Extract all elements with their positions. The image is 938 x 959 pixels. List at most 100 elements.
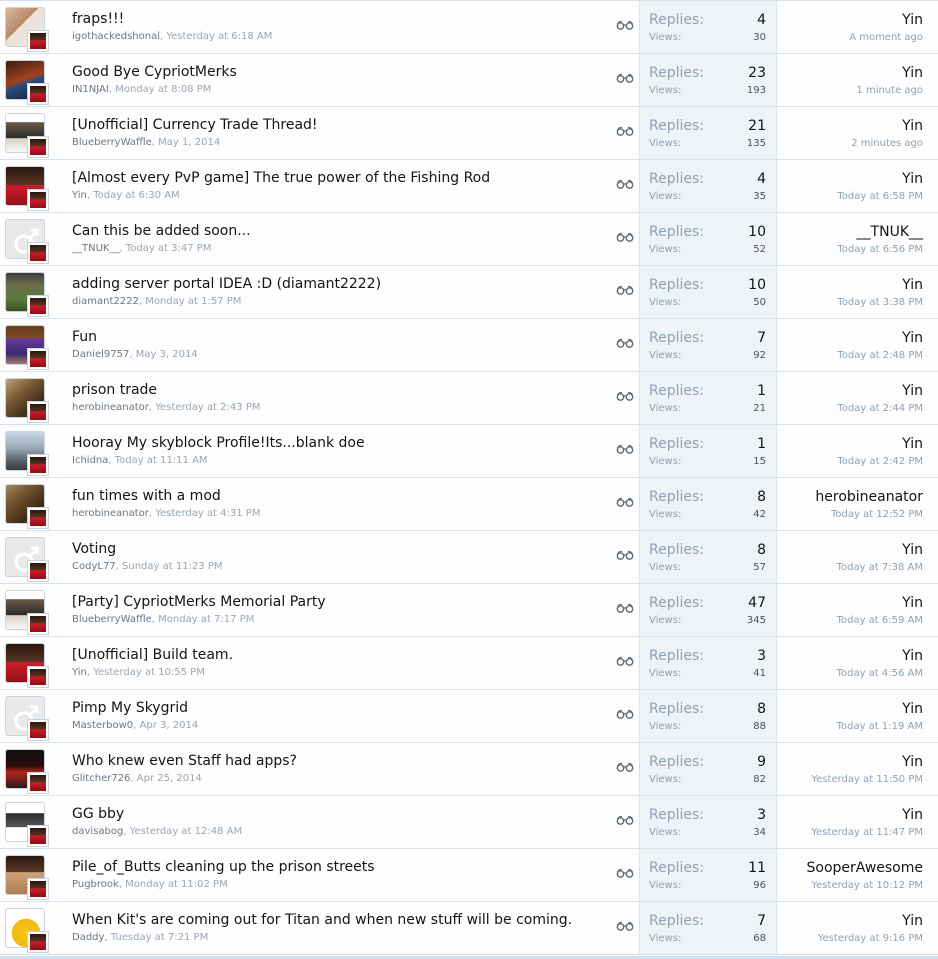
mini-avatar[interactable] xyxy=(27,613,49,635)
thread-author[interactable]: BlueberryWaffle xyxy=(72,137,152,148)
thread-author[interactable]: BlueberryWaffle xyxy=(72,614,152,625)
mini-avatar[interactable] xyxy=(27,719,49,741)
thread-author[interactable]: Pugbrook xyxy=(72,879,119,890)
thread-author[interactable]: Ichidna xyxy=(72,455,108,466)
last-post-user[interactable]: SooperAwesome xyxy=(807,860,923,876)
thread-title[interactable]: Voting xyxy=(72,541,116,557)
preview-icon[interactable] xyxy=(616,280,634,295)
thread-row[interactable]: adding server portal IDEA :D (diamant222… xyxy=(0,266,938,319)
thread-row[interactable]: GG bby davisabog, Yesterday at 12:48 AM Re… xyxy=(0,796,938,849)
thread-title[interactable]: [Party] CypriotMerks Memorial Party xyxy=(72,594,326,610)
last-post-time[interactable]: Today at 2:42 PM xyxy=(837,456,923,467)
last-post-user[interactable]: Yin xyxy=(902,648,923,664)
last-post-user[interactable]: Yin xyxy=(902,277,923,293)
preview-icon[interactable] xyxy=(616,386,634,401)
last-post-time[interactable]: Today at 1:19 AM xyxy=(837,721,923,732)
preview-icon[interactable] xyxy=(616,68,634,83)
mini-avatar[interactable] xyxy=(27,560,49,582)
thread-title[interactable]: Pimp My Skygrid xyxy=(72,700,188,716)
last-post-time[interactable]: 1 minute ago xyxy=(856,85,923,96)
preview-icon[interactable] xyxy=(616,121,634,136)
thread-row[interactable]: [Unofficial] Currency Trade Thread! Blueb… xyxy=(0,107,938,160)
thread-start-date[interactable]: , Monday at 1:57 PM xyxy=(139,296,242,307)
thread-start-date[interactable]: , Monday at 7:17 PM xyxy=(152,614,255,625)
thread-title[interactable]: Who knew even Staff had apps? xyxy=(72,753,297,769)
last-post-user[interactable]: Yin xyxy=(902,754,923,770)
last-post-user[interactable]: Yin xyxy=(902,436,923,452)
thread-author[interactable]: igothackedshonal xyxy=(72,31,160,42)
thread-title[interactable]: prison trade xyxy=(72,382,157,398)
last-post-time[interactable]: Today at 2:48 PM xyxy=(837,350,923,361)
thread-author[interactable]: Masterbow0 xyxy=(72,720,133,731)
mini-avatar[interactable] xyxy=(27,454,49,476)
thread-start-date[interactable]: , Yesterday at 10:55 PM xyxy=(87,667,205,678)
last-post-time[interactable]: Today at 2:44 PM xyxy=(837,403,923,414)
preview-icon[interactable] xyxy=(616,916,634,931)
thread-row[interactable]: Pile_of_Butts cleaning up the prison str… xyxy=(0,849,938,902)
thread-start-date[interactable]: , May 1, 2014 xyxy=(152,137,220,148)
thread-author[interactable]: Daddy xyxy=(72,932,104,943)
last-post-time[interactable]: Yesterday at 11:50 PM xyxy=(811,774,923,785)
thread-title[interactable]: When Kit's are coming out for Titan and … xyxy=(72,912,572,928)
last-post-user[interactable]: __TNUK__ xyxy=(857,224,923,240)
thread-author[interactable]: CodyL77 xyxy=(72,561,116,572)
mini-avatar[interactable] xyxy=(27,189,49,211)
mini-avatar[interactable] xyxy=(27,242,49,264)
last-post-user[interactable]: Yin xyxy=(902,807,923,823)
thread-author[interactable]: IN1NJAI xyxy=(72,84,109,95)
mini-avatar[interactable] xyxy=(27,30,49,52)
thread-title[interactable]: fraps!!! xyxy=(72,11,124,27)
thread-title[interactable]: [Unofficial] Build team. xyxy=(72,647,233,663)
last-post-user[interactable]: Yin xyxy=(902,118,923,134)
thread-row[interactable]: Fun Daniel9757, May 3, 2014 Replies: 7 Views… xyxy=(0,319,938,372)
last-post-time[interactable]: A moment ago xyxy=(849,32,923,43)
last-post-time[interactable]: Today at 12:52 PM xyxy=(831,509,923,520)
thread-start-date[interactable]: , Monday at 8:08 PM xyxy=(109,84,212,95)
last-post-time[interactable]: Today at 7:38 AM xyxy=(837,562,923,573)
last-post-time[interactable]: Today at 6:58 PM xyxy=(837,191,923,202)
thread-title[interactable]: GG bby xyxy=(72,806,124,822)
preview-icon[interactable] xyxy=(616,333,634,348)
mini-avatar[interactable] xyxy=(27,825,49,847)
thread-title[interactable]: Good Bye CypriotMerks xyxy=(72,64,237,80)
last-post-user[interactable]: Yin xyxy=(902,330,923,346)
thread-row[interactable]: Can this be added soon... __TNUK__, Today… xyxy=(0,213,938,266)
last-post-user[interactable]: Yin xyxy=(902,171,923,187)
preview-icon[interactable] xyxy=(616,492,634,507)
mini-avatar[interactable] xyxy=(27,136,49,158)
thread-author[interactable]: Daniel9757 xyxy=(72,349,129,360)
thread-author[interactable]: davisabog xyxy=(72,826,123,837)
last-post-user[interactable]: Yin xyxy=(902,542,923,558)
preview-icon[interactable] xyxy=(616,704,634,719)
preview-icon[interactable] xyxy=(616,174,634,189)
thread-author[interactable]: herobineanator xyxy=(72,402,149,413)
thread-title[interactable]: [Unofficial] Currency Trade Thread! xyxy=(72,117,318,133)
mini-avatar[interactable] xyxy=(27,401,49,423)
mini-avatar[interactable] xyxy=(27,878,49,900)
thread-start-date[interactable]: , Today at 3:47 PM xyxy=(119,243,211,254)
mini-avatar[interactable] xyxy=(27,931,49,953)
preview-icon[interactable] xyxy=(616,651,634,666)
thread-row[interactable]: fun times with a mod herobineanator, Yest… xyxy=(0,478,938,531)
last-post-user[interactable]: Yin xyxy=(902,595,923,611)
last-post-time[interactable]: Today at 4:56 AM xyxy=(837,668,923,679)
thread-title[interactable]: Pile_of_Butts cleaning up the prison str… xyxy=(72,859,375,875)
mini-avatar[interactable] xyxy=(27,83,49,105)
last-post-user[interactable]: Yin xyxy=(902,383,923,399)
thread-start-date[interactable]: , Apr 3, 2014 xyxy=(133,720,198,731)
thread-start-date[interactable]: , Yesterday at 4:31 PM xyxy=(149,508,261,519)
thread-row[interactable]: Voting CodyL77, Sunday at 11:23 PM Replies… xyxy=(0,531,938,584)
preview-icon[interactable] xyxy=(616,439,634,454)
thread-author[interactable]: __TNUK__ xyxy=(72,243,119,254)
last-post-user[interactable]: Yin xyxy=(902,65,923,81)
thread-start-date[interactable]: , Apr 25, 2014 xyxy=(130,773,201,784)
thread-start-date[interactable]: , Sunday at 11:23 PM xyxy=(116,561,223,572)
thread-row[interactable]: When Kit's are coming out for Titan and … xyxy=(0,902,938,955)
thread-row[interactable]: prison trade herobineanator, Yesterday at… xyxy=(0,372,938,425)
thread-row[interactable]: fraps!!! igothackedshonal, Yesterday at 6… xyxy=(0,1,938,54)
thread-row[interactable]: Good Bye CypriotMerks IN1NJAI, Monday at … xyxy=(0,54,938,107)
preview-icon[interactable] xyxy=(616,810,634,825)
last-post-user[interactable]: Yin xyxy=(902,701,923,717)
thread-row[interactable]: [Unofficial] Build team. Yin , Yesterday a… xyxy=(0,637,938,690)
mini-avatar[interactable] xyxy=(27,348,49,370)
